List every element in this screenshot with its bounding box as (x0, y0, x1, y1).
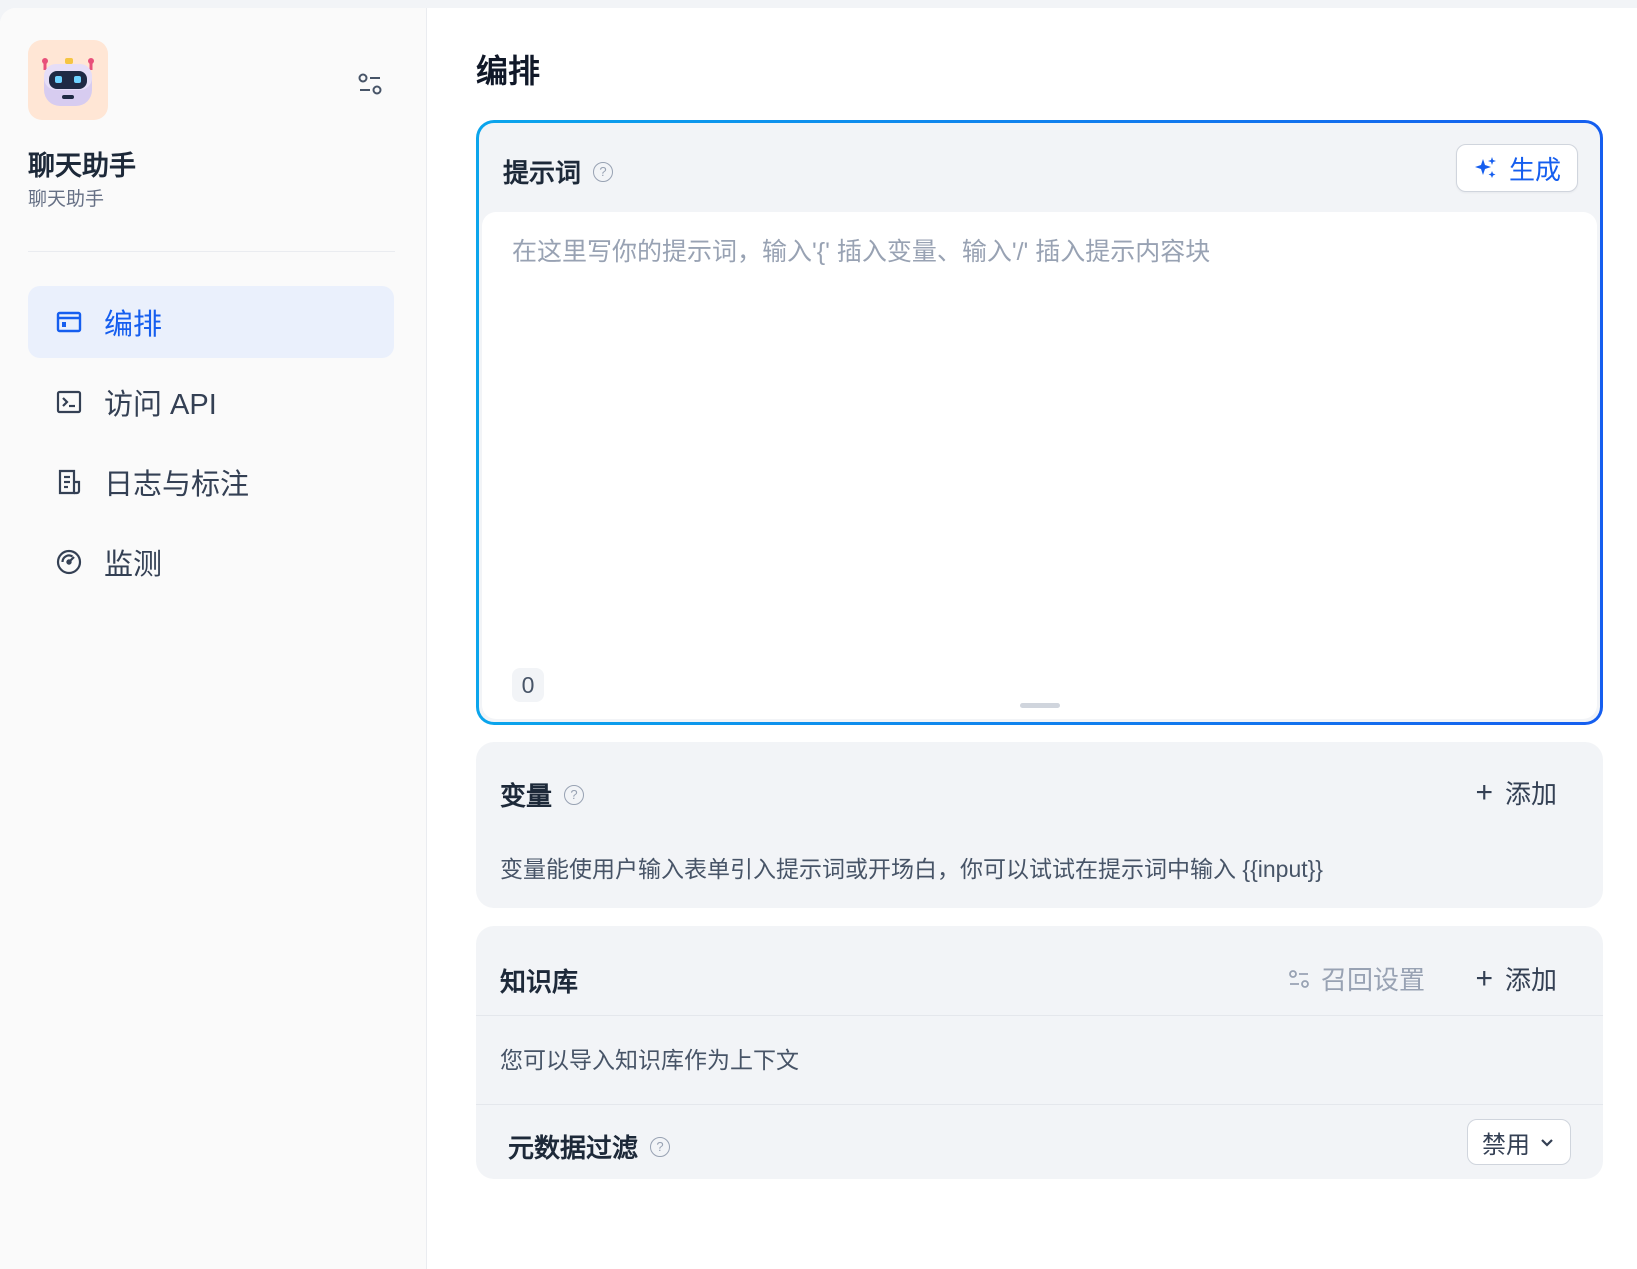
dashboard-gauge-icon (54, 547, 84, 577)
app-description: 聊天助手 (28, 189, 105, 210)
sidebar-item-label: 编排 (104, 309, 163, 341)
sidebar: 聊天助手 聊天助手 编排 访问 API 日志与标注 监测 (0, 8, 427, 1269)
add-variable-button[interactable]: + 添加 (1475, 774, 1557, 811)
sidebar-item-label: 访问 API (104, 389, 217, 421)
help-icon[interactable]: ? (650, 1136, 671, 1157)
app-robot-icon (28, 40, 108, 120)
prompt-title: 提示词 (503, 158, 582, 188)
help-icon[interactable]: ? (593, 161, 614, 182)
resize-handle[interactable] (1019, 703, 1060, 708)
add-label: 添加 (1504, 965, 1557, 995)
add-label: 添加 (1504, 779, 1557, 809)
app-name: 聊天助手 (28, 151, 136, 181)
prompt-editor: 0 (482, 212, 1597, 719)
sidebar-item-logs[interactable]: 日志与标注 (28, 446, 394, 518)
metadata-filter-select[interactable]: 禁用 (1467, 1119, 1571, 1165)
sidebar-item-api[interactable]: 访问 API (28, 366, 394, 438)
app-frame: 聊天助手 聊天助手 编排 访问 API 日志与标注 监测 编排 提示词 ? 生成… (0, 8, 1637, 1269)
sidebar-divider (28, 251, 395, 252)
sliders-icon (1289, 969, 1309, 988)
app-settings-button[interactable] (352, 66, 388, 102)
prompt-input[interactable] (512, 232, 1567, 632)
divider (476, 1015, 1603, 1016)
variables-title: 变量 (500, 781, 553, 811)
sparkle-icon (1474, 157, 1496, 178)
metadata-filter-title: 元数据过滤 (508, 1133, 639, 1163)
recall-settings-button[interactable]: 召回设置 (1287, 960, 1425, 997)
variables-card: 变量 ? + 添加 变量能使用户输入表单引入提示词或开场白，你可以试试在提示词中… (476, 742, 1603, 908)
prompt-card-inner: 提示词 ? 生成 0 (479, 123, 1600, 722)
knowledge-description: 您可以导入知识库作为上下文 (500, 1047, 799, 1073)
main-content: 编排 提示词 ? 生成 0 (427, 8, 1637, 1269)
sidebar-item-label: 日志与标注 (104, 469, 250, 501)
sliders-icon (358, 73, 382, 95)
chevron-down-icon (1541, 1139, 1553, 1147)
layout-window-icon (54, 307, 84, 337)
sidebar-nav: 编排 访问 API 日志与标注 监测 (28, 286, 394, 606)
terminal-icon (54, 387, 84, 417)
metadata-filter-value: 禁用 (1482, 1131, 1530, 1159)
knowledge-card: 知识库 召回设置 + 添加 您可以导入知识库作为上下文 元数据过滤 ? 禁用 (476, 926, 1603, 1179)
generate-label: 生成 (1508, 154, 1561, 185)
divider (476, 1104, 1603, 1105)
sidebar-item-orchestrate[interactable]: 编排 (28, 286, 394, 358)
knowledge-title: 知识库 (500, 967, 579, 997)
plus-icon: + (1475, 775, 1493, 809)
sidebar-item-monitor[interactable]: 监测 (28, 526, 394, 598)
prompt-header: 提示词 ? (503, 153, 614, 190)
recall-label: 召回设置 (1320, 965, 1425, 995)
help-icon[interactable]: ? (564, 784, 585, 805)
page-title: 编排 (476, 53, 541, 89)
variables-header: 变量 ? (500, 776, 585, 813)
add-knowledge-button[interactable]: + 添加 (1475, 960, 1557, 997)
prompt-card: 提示词 ? 生成 0 (476, 120, 1603, 725)
plus-icon: + (1475, 961, 1493, 995)
variables-description: 变量能使用户输入表单引入提示词或开场白，你可以试试在提示词中输入 {{input… (500, 856, 1323, 882)
sidebar-item-label: 监测 (104, 549, 163, 581)
char-count: 0 (512, 668, 544, 702)
file-list-icon (54, 467, 84, 497)
generate-button[interactable]: 生成 (1455, 144, 1578, 192)
metadata-filter-header: 元数据过滤 ? (508, 1128, 671, 1165)
